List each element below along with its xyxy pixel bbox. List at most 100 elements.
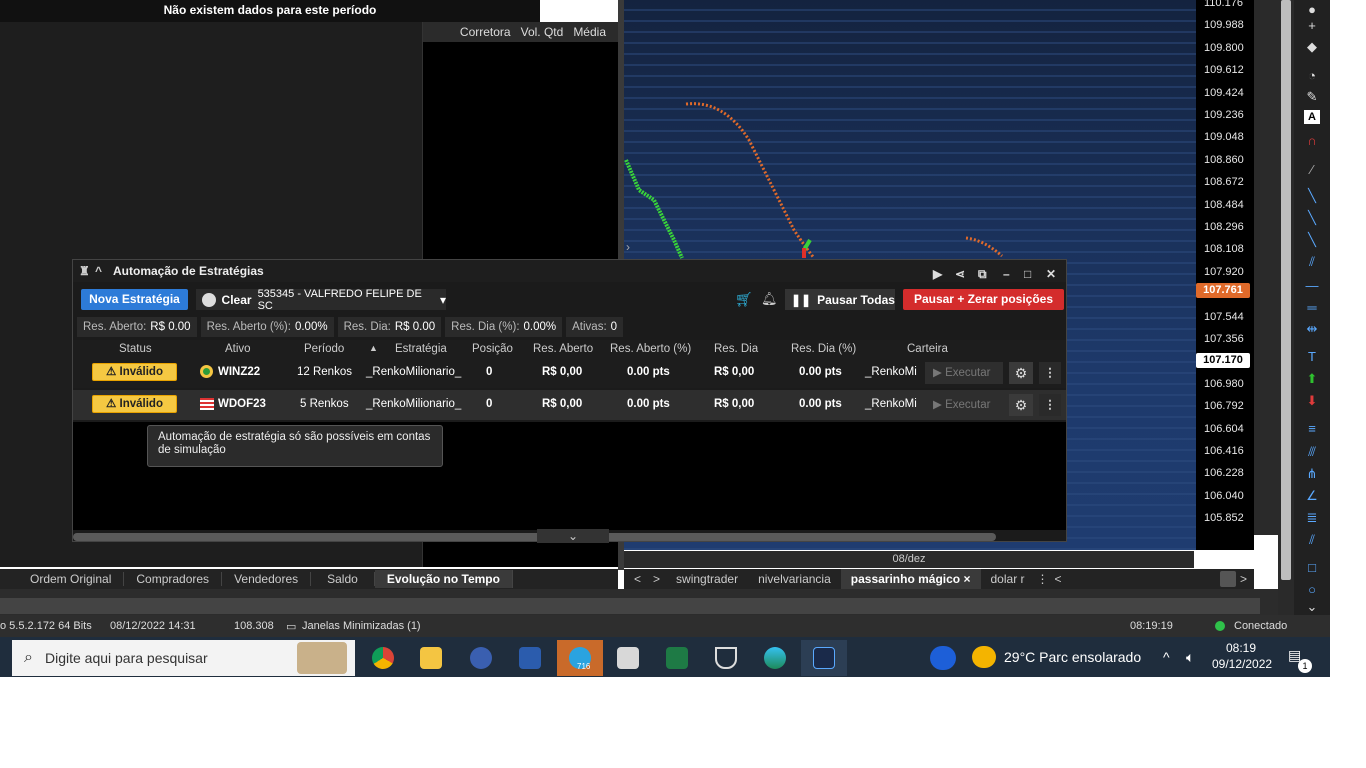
gear-icon[interactable]: ⚙ (1009, 394, 1033, 416)
taskbar-chrome[interactable] (360, 640, 406, 676)
weather-label[interactable]: 29°C Parc ensolarado (1004, 649, 1141, 665)
tab-vendedores[interactable]: Vendedores (222, 572, 312, 586)
fib-time-icon[interactable]: ⫽ (1302, 531, 1322, 549)
tab-prev-icon[interactable]: < (628, 569, 647, 589)
taskbar-security[interactable] (703, 640, 749, 676)
fan-icon[interactable]: ⫻ (1302, 443, 1322, 461)
magnet-icon[interactable]: ∩ (1302, 131, 1322, 149)
clock-icon[interactable]: ◔ (1302, 66, 1322, 84)
popout-icon[interactable]: ⧉ (978, 263, 987, 285)
tab-dolar[interactable]: dolar r (981, 569, 1035, 589)
account-selector[interactable]: Clear 535345 - VALFREDO FELIPE DE SC ▾ (196, 288, 446, 312)
col-open-pct[interactable]: Res. Aberto (%) (610, 343, 691, 355)
tab-scroll-thumb[interactable] (1220, 571, 1236, 587)
cart-icon[interactable]: 🛒︎ (735, 291, 753, 308)
arrow-down-icon[interactable]: ⬇ (1302, 392, 1322, 410)
volume-icon[interactable]: 🔈︎ (1186, 649, 1194, 666)
minimize-icon[interactable]: – (1003, 263, 1010, 285)
strategy-row[interactable]: ⚠ Inválido WINZ22 12 Renkos _RenkoMilion… (73, 358, 1066, 388)
tab-saldo[interactable]: Saldo (311, 572, 375, 586)
tab-swingtrader[interactable]: swingtrader (666, 569, 748, 589)
vertical-scroll-thumb[interactable] (1281, 0, 1291, 580)
col-strategy[interactable]: Estratégia (395, 343, 447, 355)
tab-next-icon[interactable]: > (647, 569, 666, 589)
execute-button[interactable]: ▶ Executar (925, 394, 1003, 416)
col-portfolio[interactable]: Carteira (907, 343, 948, 355)
col-day-result[interactable]: Res. Dia (714, 343, 758, 355)
tab-evolucao-no-tempo[interactable]: Evolução no Tempo (374, 570, 513, 588)
more-options-icon[interactable]: ⋮ (1039, 394, 1061, 416)
gann-icon[interactable]: ⋔ (1302, 465, 1322, 483)
col-status[interactable]: Status (119, 343, 152, 355)
new-strategy-button[interactable]: Nova Estratégia (81, 289, 188, 310)
pause-and-zero-button[interactable]: Pausar + Zerar posições (903, 289, 1064, 310)
text-icon[interactable]: T (1302, 347, 1322, 365)
collapse-up-icon[interactable]: ^ (95, 260, 102, 282)
strategy-row[interactable]: ⚠ Inválido WDOF23 5 Renkos _RenkoMiliona… (73, 390, 1066, 420)
bell-icon[interactable]: 🔔︎ (761, 291, 778, 307)
extended-line-icon[interactable]: ╲ (1302, 231, 1322, 249)
execute-button[interactable]: ▶ Executar (925, 362, 1003, 384)
tab-scroll-left-icon[interactable]: < (1051, 569, 1066, 589)
col-asset[interactable]: Ativo (225, 343, 251, 355)
book-col-average[interactable]: Média (573, 25, 606, 39)
tab-ordem-original[interactable]: Ordem Original (18, 572, 125, 586)
more-options-icon[interactable]: ⋮ (1039, 362, 1061, 384)
taskbar-telegram[interactable]: 716 (557, 640, 603, 676)
more-tools-icon[interactable]: ⌄ (1302, 598, 1322, 616)
taskbar-date[interactable]: 09/12/2022 (1212, 657, 1272, 671)
taskbar-help[interactable] (458, 640, 504, 676)
taskbar-explorer[interactable] (408, 640, 454, 676)
chevron-down-icon[interactable]: ⌄ (537, 529, 609, 543)
col-open-result[interactable]: Res. Aberto (533, 343, 593, 355)
rectangle-icon[interactable]: □ (1302, 558, 1322, 576)
text-tool-icon[interactable]: A (1304, 110, 1320, 124)
col-period[interactable]: Período (304, 343, 344, 355)
eraser-icon[interactable]: ◆ (1302, 38, 1322, 56)
tab-passarinho-magico[interactable]: passarinho mágico × (840, 569, 981, 589)
book-col-volume[interactable]: Vol. Qtd (521, 25, 564, 39)
arrow-up-icon[interactable]: ⬆ (1302, 370, 1322, 388)
help-tips-icon[interactable] (930, 646, 956, 670)
pause-all-button[interactable]: ❚❚ Pausar Todas (785, 289, 895, 310)
parallel-lines-icon[interactable]: ═ (1302, 298, 1322, 316)
brush-icon[interactable]: ⁄ (1302, 160, 1322, 178)
edit-icon[interactable]: ✎ (1302, 88, 1322, 106)
video-icon[interactable]: ▶ (933, 263, 942, 285)
fib-projection-icon[interactable]: ≣ (1302, 509, 1322, 527)
horizontal-line-icon[interactable]: — (1302, 276, 1322, 294)
close-icon[interactable]: ✕ (1046, 263, 1056, 285)
tab-scroll-right-icon[interactable]: > (1240, 569, 1247, 589)
maximize-icon[interactable]: □ (1024, 263, 1031, 285)
ellipse-icon[interactable]: ○ (1302, 580, 1322, 598)
taskbar-time[interactable]: 08:19 (1226, 641, 1256, 655)
taskbar-word[interactable] (507, 640, 553, 676)
share-icon[interactable]: ⋖ (955, 263, 965, 285)
tab-compradores[interactable]: Compradores (124, 572, 223, 586)
tab-menu-icon[interactable]: ⋮ (1035, 569, 1051, 589)
automation-title-bar[interactable]: ♜ ^ Automação de Estratégias ▶ ⋖ ⧉ – □ ✕ (73, 260, 1066, 282)
ray-icon[interactable]: ╲ (1302, 209, 1322, 227)
col-day-pct[interactable]: Res. Dia (%) (791, 343, 856, 355)
show-hidden-icons[interactable]: ^ (1163, 649, 1170, 665)
crosshair-icon[interactable]: + (1302, 16, 1322, 34)
horizontal-scrollbar[interactable] (0, 598, 1260, 614)
automation-scrollbar[interactable] (73, 533, 996, 541)
price-axis[interactable]: 110.176 109.988 109.800 109.612 109.424 109.2… (1196, 0, 1254, 550)
taskbar-profit[interactable] (801, 640, 847, 676)
channel-icon[interactable]: ⫽ (1302, 253, 1322, 271)
gear-icon[interactable]: ⚙ (1009, 362, 1033, 384)
fibonacci-icon[interactable]: ≡ (1302, 419, 1322, 437)
trendline-icon[interactable]: ╲ (1302, 187, 1322, 205)
taskbar-calculator[interactable] (605, 640, 651, 676)
tab-nivelvariancia[interactable]: nivelvariancia (748, 569, 841, 589)
taskbar-search[interactable]: ⌕ Digite aqui para pesquisar (12, 640, 355, 676)
book-col-broker[interactable]: Corretora (460, 25, 511, 39)
close-icon[interactable]: × (963, 572, 970, 586)
minimized-windows[interactable]: Janelas Minimizadas (1) (302, 620, 421, 632)
col-position[interactable]: Posição (472, 343, 513, 355)
taskbar-excel[interactable] (654, 640, 700, 676)
sort-asc-icon[interactable]: ▲ (369, 343, 378, 353)
taskbar-edge[interactable] (752, 640, 798, 676)
fib-fan-icon[interactable]: ∠ (1302, 487, 1322, 505)
